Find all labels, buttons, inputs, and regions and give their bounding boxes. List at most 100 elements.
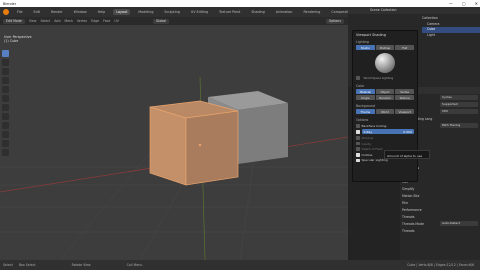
property-value-field[interactable]: Auto-Detect: [440, 221, 478, 226]
move-tool-icon[interactable]: [2, 68, 9, 75]
dof-checkbox[interactable]: [356, 147, 360, 151]
window-titlebar: Blender — ▢ ✕: [0, 0, 480, 7]
backface-culling-checkbox[interactable]: [356, 124, 360, 128]
measure-tool-icon[interactable]: [2, 113, 9, 120]
color-selector-row1: Material Object Vertex: [356, 89, 415, 94]
studio-light-preview-sphere[interactable]: [375, 53, 395, 73]
property-value-field[interactable]: Cycles: [440, 95, 478, 100]
status-bar: Select Box Select Rotate View Call Menu …: [0, 260, 480, 270]
property-row[interactable]: Simplify: [400, 185, 480, 192]
xray-alpha-slider[interactable]: X-Ray 0.500: [361, 129, 414, 135]
popup-title: Viewport Shading: [356, 33, 386, 37]
mode-selector[interactable]: Edit Mode: [3, 18, 25, 24]
tab-animation[interactable]: Animation: [273, 9, 296, 15]
dof-label: Depth of Field: [361, 147, 383, 152]
scale-tool-icon[interactable]: [2, 86, 9, 93]
select-box-tool-icon[interactable]: [2, 50, 9, 57]
viewport-menu-select[interactable]: Select: [40, 19, 50, 23]
color-texture-button[interactable]: Texture: [395, 95, 415, 100]
scene-statistics: Cube | Verts:8/8 | Edges:12/12 | Faces:6…: [407, 263, 474, 267]
xray-tooltip: Amount of alpha to use: [384, 150, 430, 159]
tab-uv-editing[interactable]: UV Editing: [188, 9, 211, 15]
window-title: Blender: [3, 1, 17, 6]
tab-modeling[interactable]: Modeling: [135, 9, 156, 15]
color-selector-row2: Single Random Texture: [356, 95, 415, 100]
property-row[interactable]: Film: [400, 199, 480, 206]
property-row[interactable]: Threads: [400, 213, 480, 220]
xray-row: X-Ray 0.500: [353, 129, 417, 136]
lighting-matcap-button[interactable]: MatCap: [375, 45, 395, 50]
viewport-menu-uv[interactable]: UV: [114, 19, 119, 23]
background-viewport-button[interactable]: Viewport: [395, 109, 415, 114]
3d-viewport[interactable]: [0, 17, 348, 260]
viewport-menu-view[interactable]: View: [29, 19, 37, 23]
tab-sculpting[interactable]: Sculpting: [161, 9, 182, 15]
property-label: Motion Blur: [402, 193, 420, 198]
extrude-tool-icon[interactable]: [2, 122, 9, 129]
property-value-field[interactable]: Path Tracing: [440, 123, 478, 128]
property-row[interactable]: Motion Blur: [400, 192, 480, 199]
background-theme-button[interactable]: Theme: [356, 109, 375, 114]
tab-layout[interactable]: Layout: [113, 9, 131, 15]
cursor-tool-icon[interactable]: [2, 59, 9, 66]
minimize-button[interactable]: —: [449, 0, 453, 7]
background-world-button[interactable]: World: [375, 109, 395, 114]
menu-edit[interactable]: Edit: [31, 9, 43, 15]
property-label: Threads: [402, 214, 415, 219]
loop-cut-tool-icon[interactable]: [2, 149, 9, 156]
shadow-checkbox[interactable]: [356, 136, 360, 140]
orientation-selector[interactable]: Global: [152, 18, 170, 24]
outline-label: Outline: [361, 152, 373, 157]
tool-shelf: [2, 50, 9, 156]
property-value-field[interactable]: Supported: [440, 102, 478, 107]
cavity-label: Cavity: [361, 141, 372, 146]
property-row[interactable]: Threads Mode Auto-Detect: [400, 220, 480, 227]
close-button[interactable]: ✕: [475, 0, 478, 7]
menu-window[interactable]: Window: [71, 9, 90, 15]
property-row[interactable]: Performance: [400, 206, 480, 213]
outline-checkbox[interactable]: [356, 153, 360, 157]
viewport-menu-mesh[interactable]: Mesh: [64, 19, 72, 23]
inset-tool-icon[interactable]: [2, 131, 9, 138]
color-single-button[interactable]: Single: [356, 95, 375, 100]
color-object-button[interactable]: Object: [375, 89, 395, 94]
world-space-label: World Space Lighting: [363, 76, 394, 80]
annotate-tool-icon[interactable]: [2, 104, 9, 111]
property-label: Film: [402, 200, 409, 205]
world-space-checkbox[interactable]: [356, 76, 360, 80]
lighting-studio-button[interactable]: Studio: [356, 45, 375, 50]
outliner-header: Scene Collection: [348, 7, 480, 14]
color-material-button[interactable]: Material: [356, 89, 375, 94]
outliner-item-light[interactable]: Light: [422, 33, 480, 39]
rotate-tool-icon[interactable]: [2, 77, 9, 84]
viewport-menu-face[interactable]: Face: [103, 19, 110, 23]
tab-shading[interactable]: Shading: [248, 9, 267, 15]
property-row[interactable]: Threads: [400, 227, 480, 234]
blender-logo-icon[interactable]: [3, 9, 9, 15]
menu-render[interactable]: Render: [48, 9, 66, 15]
tab-texture-paint[interactable]: Texture Paint: [216, 9, 243, 15]
lighting-flat-button[interactable]: Flat: [395, 45, 415, 50]
viewport-menu-edge[interactable]: Edge: [91, 19, 99, 23]
tab-rendering[interactable]: Rendering: [301, 9, 324, 15]
specular-checkbox[interactable]: [356, 158, 360, 163]
viewport-shading-popover: Viewport Shading Lighting Studio MatCap …: [352, 30, 418, 182]
xray-checkbox[interactable]: [356, 130, 360, 134]
menu-file[interactable]: File: [14, 9, 26, 15]
menu-help[interactable]: Help: [95, 9, 109, 15]
viewport-menu-vertex[interactable]: Vertex: [77, 19, 87, 23]
edit-cube[interactable]: [149, 100, 239, 186]
viewport-header: Edit Mode View Select Add Mesh Vertex Ed…: [0, 17, 348, 25]
bevel-tool-icon[interactable]: [2, 140, 9, 147]
property-value-field[interactable]: CPU: [440, 109, 478, 114]
options-button[interactable]: Options: [325, 18, 344, 24]
cavity-checkbox[interactable]: [356, 141, 360, 146]
status-rotate-view-hint: Rotate View: [71, 263, 91, 267]
maximize-button[interactable]: ▢: [462, 0, 466, 7]
property-label: Simplify: [402, 186, 415, 191]
color-random-button[interactable]: Random: [375, 95, 395, 100]
viewport-menu-add[interactable]: Add: [54, 19, 60, 23]
backface-culling-label: Backface Culling: [361, 123, 387, 128]
color-vertex-button[interactable]: Vertex: [395, 89, 415, 94]
transform-tool-icon[interactable]: [2, 95, 9, 102]
